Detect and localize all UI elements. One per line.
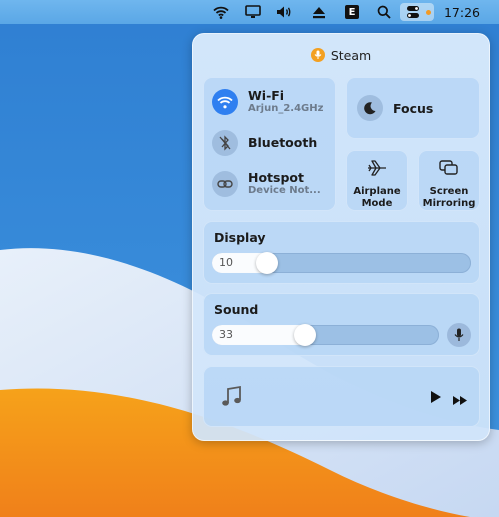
menu-clock[interactable]: 17:26 [442,3,482,21]
now-playing-card [203,366,480,427]
bluetooth-toggle[interactable]: Bluetooth [212,130,317,156]
wifi-icon[interactable] [211,3,231,21]
mirroring-label-line2: Mirroring [422,198,476,209]
screen-mirroring-icon [418,159,480,177]
airplane-mode-toggle[interactable]: Airplane Mode [346,150,408,211]
play-icon[interactable] [430,389,442,408]
recording-indicator-dot [426,10,431,15]
hotspot-link-icon [212,171,238,197]
microphone-icon [454,328,464,341]
microphone-button[interactable] [447,323,471,347]
microphone-badge-icon [310,48,325,62]
display-slider-value: 10 [219,256,233,269]
hotspot-status: Device Not... [248,185,321,196]
music-note-icon [220,384,244,412]
app-using-mic-label: Steam [330,47,372,63]
eject-icon[interactable] [309,3,329,21]
wifi-toggle[interactable]: Wi-Fi Arjun_2.4GHz [212,89,323,115]
display-title: Display [214,230,266,245]
sound-slider-value: 33 [219,328,233,341]
wifi-network-name: Arjun_2.4GHz [248,103,324,114]
volume-icon[interactable] [274,3,296,21]
sound-volume-slider[interactable]: 33 [212,324,439,346]
hotspot-toggle[interactable]: Hotspot Device Not... [212,171,321,197]
menu-bar: E 17:26 [0,0,499,24]
bluetooth-off-icon [212,130,238,156]
display-brightness-slider[interactable]: 10 [212,252,471,274]
control-center-panel: Steam Wi-Fi Arjun_2.4GHz Bluetooth Hotsp… [192,33,490,441]
e-app-label: E [345,5,359,19]
focus-toggle[interactable]: Focus [346,77,480,139]
wifi-title: Wi-Fi [248,88,285,103]
sound-title: Sound [214,302,259,317]
e-app-icon[interactable]: E [343,3,361,21]
network-card: Wi-Fi Arjun_2.4GHz Bluetooth Hotspot Dev… [203,77,336,211]
airplane-icon [346,159,408,177]
airplane-label-line2: Mode [361,198,393,209]
mirroring-label-line1: Screen [429,186,469,197]
moon-icon [357,95,383,121]
bluetooth-title: Bluetooth [248,135,318,150]
airplane-mode-label: Airplane Mode [346,186,408,210]
hotspot-title: Hotspot [248,170,304,185]
mic-in-use-row[interactable]: Steam [193,44,489,66]
screen-mirroring-toggle[interactable]: Screen Mirroring [418,150,480,211]
search-icon[interactable] [374,3,394,21]
focus-label: Focus [393,100,434,116]
screen-mirroring-label: Screen Mirroring [418,186,480,210]
sound-slider-knob[interactable] [294,324,317,346]
control-center-icon[interactable] [400,3,434,21]
display-slider-knob[interactable] [255,252,278,274]
display-icon[interactable] [243,3,263,21]
fast-forward-icon[interactable] [452,391,468,410]
display-card: Display 10 [203,221,480,284]
wifi-toggle-icon [212,89,238,115]
sound-card: Sound 33 [203,293,480,356]
airplane-label-line1: Airplane [353,186,401,197]
